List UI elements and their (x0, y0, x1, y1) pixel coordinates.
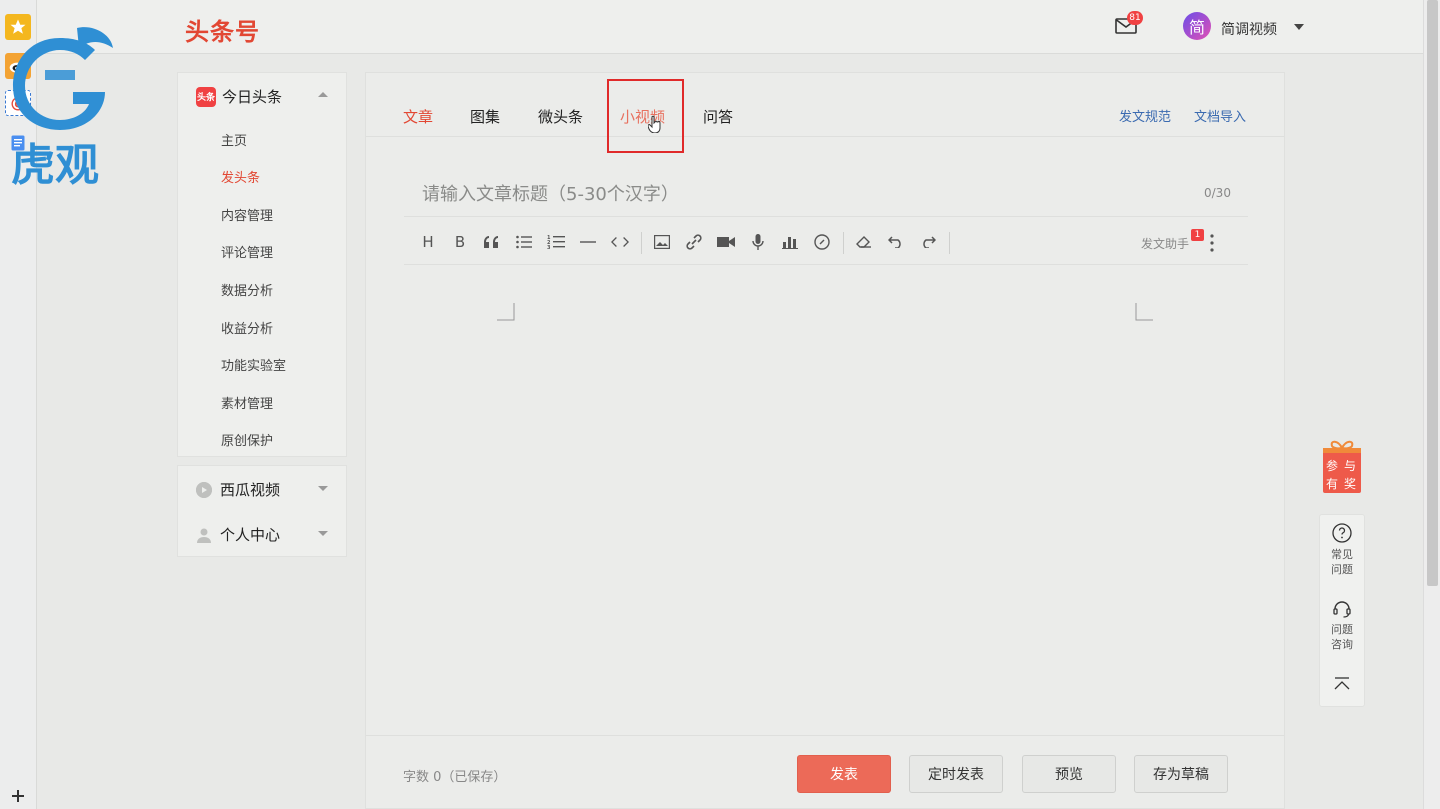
chevron-down-icon[interactable] (1294, 24, 1304, 30)
logo-text: 虎观 (11, 140, 99, 186)
user-name[interactable]: 简调视频 (1221, 19, 1277, 39)
help-float-panel: 常见问题 问题咨询 (1319, 514, 1365, 707)
image-icon[interactable] (653, 233, 671, 251)
toutiao-icon: 头条 (196, 86, 216, 107)
redo-icon[interactable] (919, 233, 937, 251)
sidebar-group-toutiao[interactable]: 头条 今日头条 (196, 86, 282, 107)
bold-icon[interactable]: B (451, 233, 469, 251)
content-type-tabs: 文章 图集 微头条 小视频 问答 发文规范 文档导入 (366, 73, 1284, 153)
consult-label: 问题咨询 (1331, 623, 1353, 651)
arrow-up-to-top-icon (1332, 675, 1352, 695)
highlight-annotation-box (607, 79, 684, 153)
tab-qa[interactable]: 问答 (703, 106, 733, 127)
sidebar-group-xigua[interactable]: 西瓜视频 (196, 479, 280, 500)
back-to-top-button[interactable] (1320, 675, 1364, 699)
code-icon[interactable] (611, 233, 629, 251)
sidebar-item-comments[interactable]: 评论管理 (221, 242, 273, 261)
sidebar-group-personal[interactable]: 个人中心 (196, 524, 280, 545)
svg-text:有: 有 (1326, 477, 1338, 491)
chevron-down-icon[interactable] (318, 486, 328, 491)
huguan-watermark-logo: 虎观 (5, 26, 120, 191)
video-icon[interactable] (717, 233, 735, 251)
add-plus-icon[interactable] (9, 787, 27, 805)
faq-label: 常见问题 (1331, 548, 1353, 576)
sidebar-item-originality[interactable]: 原创保护 (221, 430, 273, 449)
editor-footer: 字数 0（已保存） 发表 定时发表 预览 存为草稿 (366, 735, 1284, 809)
quote-icon[interactable] (483, 233, 501, 251)
numbered-list-icon[interactable]: 123 (547, 233, 565, 251)
svg-text:3: 3 (547, 245, 551, 250)
tab-article[interactable]: 文章 (403, 106, 433, 127)
editor-crop-mark (1135, 303, 1153, 321)
embed-link-icon[interactable] (813, 233, 831, 251)
hand-cursor-icon (647, 115, 662, 134)
more-options-icon[interactable] (1210, 234, 1214, 252)
schedule-publish-button[interactable]: 定时发表 (909, 755, 1003, 793)
tab-micro-post[interactable]: 微头条 (538, 106, 583, 127)
chevron-up-icon[interactable] (318, 92, 328, 97)
sidebar-item-lab[interactable]: 功能实验室 (221, 355, 286, 374)
sidebar-item-revenue[interactable]: 收益分析 (221, 318, 273, 337)
user-avatar[interactable]: 简 (1183, 12, 1211, 40)
publishing-assistant[interactable]: 发文助手 (1141, 235, 1189, 252)
sidebar-item-analytics[interactable]: 数据分析 (221, 280, 273, 299)
svg-text:与: 与 (1344, 459, 1356, 473)
consult-button[interactable]: 问题咨询 (1320, 598, 1364, 652)
page-vertical-scrollbar[interactable] (1423, 0, 1440, 809)
preview-button[interactable]: 预览 (1022, 755, 1116, 793)
toolbar-divider (949, 232, 950, 254)
top-header: 头条号 81 简 简调视频 (37, 0, 1423, 54)
undo-icon[interactable] (887, 233, 905, 251)
xigua-video-icon (196, 481, 212, 498)
article-title-input[interactable] (404, 173, 1248, 217)
assistant-badge: 1 (1191, 229, 1204, 241)
sidebar-group-label: 西瓜视频 (220, 481, 281, 499)
title-char-counter: 0/30 (1204, 186, 1231, 200)
sidebar-item-publish[interactable]: 发头条 (221, 167, 260, 186)
sidebar-nav: 头条 今日头条 主页 发头条 内容管理 评论管理 数据分析 收益分析 功能实验室… (177, 72, 347, 457)
save-draft-button[interactable]: 存为草稿 (1134, 755, 1228, 793)
bullet-list-icon[interactable] (515, 233, 533, 251)
sidebar-item-materials[interactable]: 素材管理 (221, 393, 273, 412)
person-icon (196, 527, 212, 543)
toolbar-divider (641, 232, 642, 254)
eraser-icon[interactable] (855, 233, 873, 251)
question-circle-icon (1332, 523, 1352, 543)
scrollbar-thumb[interactable] (1427, 0, 1438, 586)
horizontal-rule-icon[interactable] (579, 233, 597, 251)
microphone-icon[interactable] (749, 233, 767, 251)
tab-gallery[interactable]: 图集 (470, 106, 500, 127)
editor-crop-mark (497, 303, 515, 321)
chevron-down-icon[interactable] (318, 531, 328, 536)
participate-reward-gift-icon[interactable]: 参 与 有 奖 (1322, 438, 1362, 494)
faq-button[interactable]: 常见问题 (1320, 523, 1364, 577)
chart-icon[interactable] (781, 233, 799, 251)
heading-icon[interactable]: H (419, 233, 437, 251)
toolbar-divider (843, 232, 844, 254)
headset-icon (1332, 598, 1352, 618)
editor-panel: 文章 图集 微头条 小视频 问答 发文规范 文档导入 0/30 H B 123 (365, 72, 1285, 809)
editor-toolbar: H B 123 发文助手 1 (404, 221, 1248, 265)
word-count-status: 字数 0（已保存） (403, 770, 507, 785)
svg-text:奖: 奖 (1344, 477, 1356, 491)
sidebar-group-label: 个人中心 (220, 526, 281, 544)
link-icon[interactable] (685, 233, 703, 251)
brand-title[interactable]: 头条号 (185, 12, 260, 47)
sidebar-group-label: 今日头条 (222, 88, 283, 106)
sidebar-item-content[interactable]: 内容管理 (221, 205, 273, 224)
publish-button[interactable]: 发表 (797, 755, 891, 793)
mail-count-badge: 81 (1127, 11, 1143, 25)
publishing-rules-link[interactable]: 发文规范 (1119, 106, 1171, 125)
svg-text:参: 参 (1326, 458, 1338, 473)
sidebar-item-home[interactable]: 主页 (221, 130, 247, 149)
sidebar-secondary-nav: 西瓜视频 个人中心 (177, 465, 347, 557)
import-document-link[interactable]: 文档导入 (1194, 106, 1246, 125)
